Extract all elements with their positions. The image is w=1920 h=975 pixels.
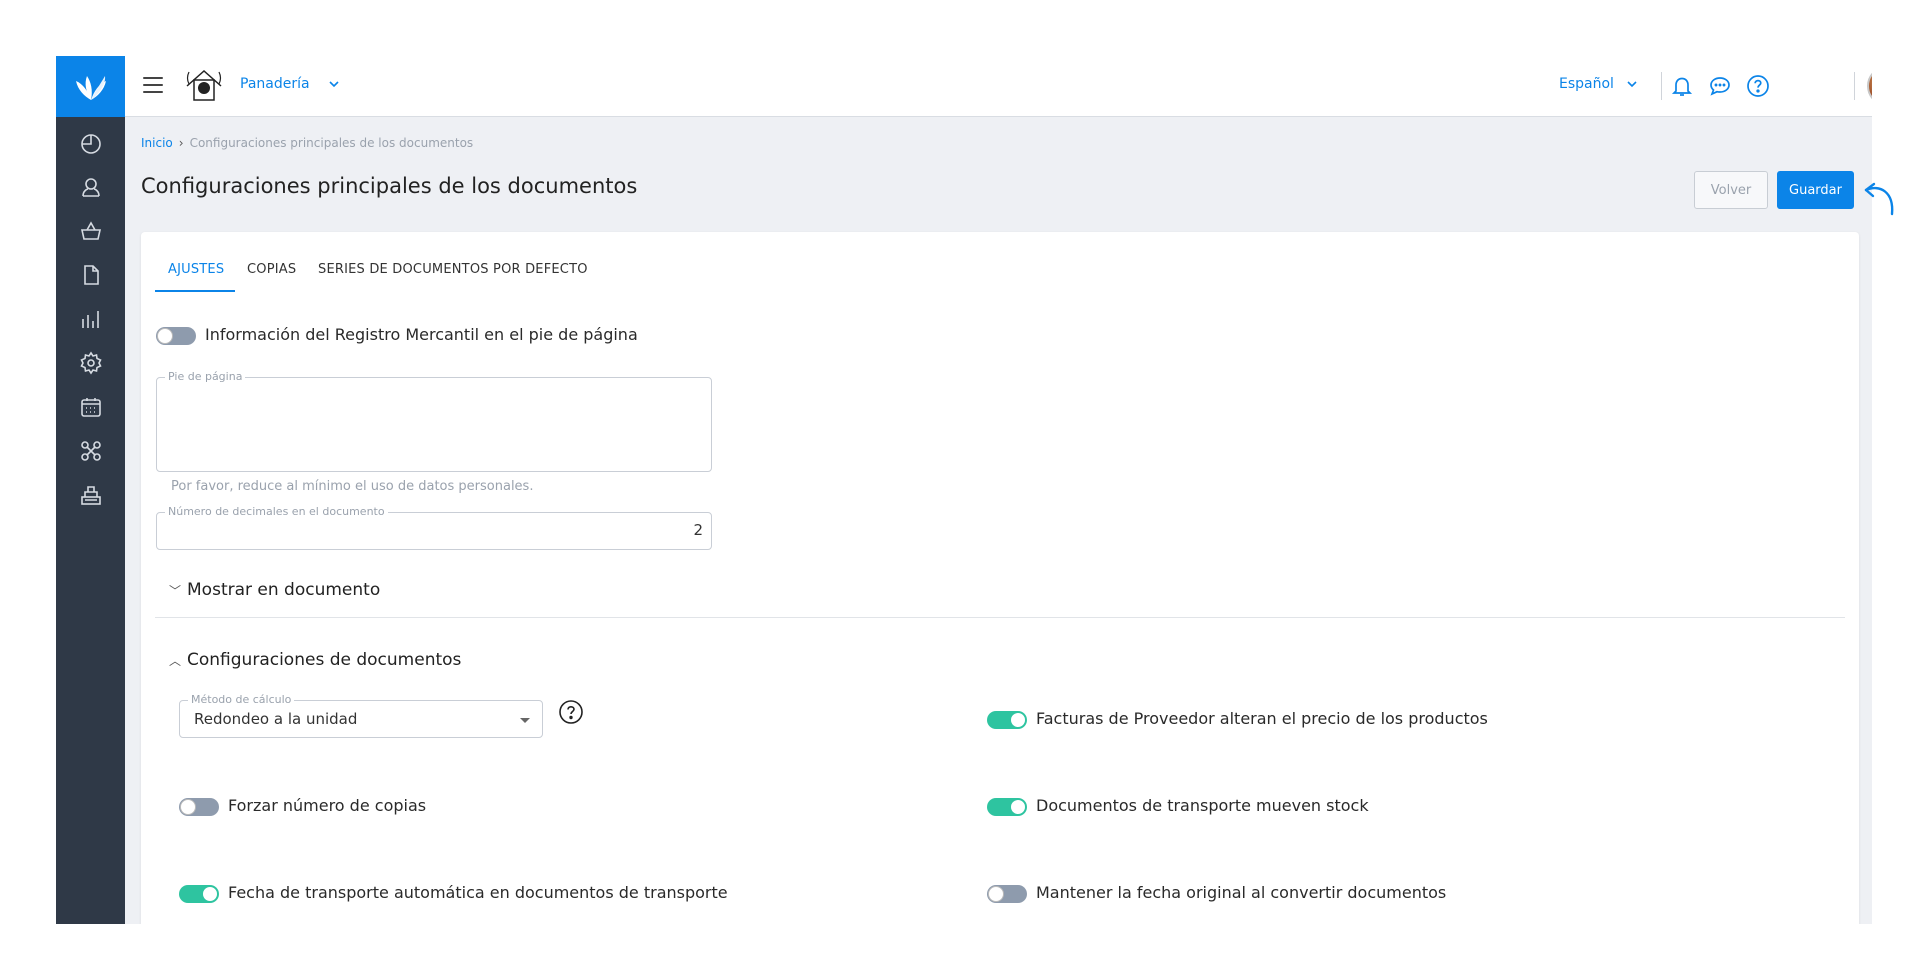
breadcrumb-separator: › bbox=[178, 136, 184, 150]
sidebar bbox=[56, 56, 125, 924]
calc-method-value: Redondeo a la unidad bbox=[194, 710, 358, 728]
tab-ajustes[interactable]: AJUSTES bbox=[168, 262, 224, 277]
divider bbox=[1854, 72, 1855, 100]
calc-method-legend: Método de cálculo bbox=[188, 693, 295, 706]
chat-icon[interactable] bbox=[1706, 72, 1734, 100]
curved-arrow-icon bbox=[1864, 182, 1894, 216]
auto-transport-date-toggle[interactable] bbox=[179, 885, 219, 903]
help-icon[interactable] bbox=[1744, 72, 1772, 100]
tab-series[interactable]: SERIES DE DOCUMENTOS POR DEFECTO bbox=[318, 262, 588, 277]
chevron-down-icon[interactable] bbox=[327, 77, 341, 91]
pos-icon[interactable] bbox=[78, 482, 104, 508]
divider bbox=[1661, 72, 1662, 100]
auto-transport-date-label: Fecha de transporte automática en docume… bbox=[228, 883, 728, 902]
chart-icon[interactable] bbox=[78, 306, 104, 332]
dashboard-icon[interactable] bbox=[78, 131, 104, 157]
dropdown-caret-icon bbox=[520, 718, 530, 723]
back-button[interactable]: Volver bbox=[1694, 171, 1768, 209]
breadcrumb-home[interactable]: Inicio bbox=[141, 136, 173, 150]
decimals-value: 2 bbox=[693, 521, 703, 539]
keep-original-date-label: Mantener la fecha original al convertir … bbox=[1036, 883, 1447, 902]
breadcrumb-current: Configuraciones principales de los docum… bbox=[189, 136, 474, 150]
registro-mercantil-label: Información del Registro Mercantil en el… bbox=[205, 325, 638, 344]
language-selector[interactable]: Español bbox=[1559, 76, 1614, 92]
decimals-input[interactable]: Número de decimales en el documento 2 bbox=[156, 505, 712, 550]
transport-stock-label: Documentos de transporte mueven stock bbox=[1036, 796, 1369, 815]
company-name[interactable]: Panadería bbox=[240, 76, 310, 92]
registro-mercantil-toggle[interactable] bbox=[156, 327, 196, 345]
company-logo[interactable] bbox=[183, 66, 225, 106]
chevron-up-icon: ︿ bbox=[169, 654, 182, 668]
footer-legend: Pie de página bbox=[165, 370, 246, 383]
app-logo[interactable] bbox=[56, 56, 125, 117]
leaf-logo-icon bbox=[75, 75, 106, 100]
supplier-invoices-toggle[interactable] bbox=[987, 711, 1027, 729]
calendar-icon[interactable] bbox=[78, 394, 104, 420]
supplier-invoices-label: Facturas de Proveedor alteran el precio … bbox=[1036, 709, 1488, 728]
topbar: Panadería Español bbox=[125, 56, 1872, 117]
force-copies-label: Forzar número de copias bbox=[228, 796, 427, 815]
bell-icon[interactable] bbox=[1668, 72, 1696, 100]
menu-icon[interactable] bbox=[143, 77, 163, 95]
section-title: Mostrar en documento bbox=[187, 580, 381, 600]
section-title: Configuraciones de documentos bbox=[187, 650, 462, 670]
transport-stock-toggle[interactable] bbox=[987, 798, 1027, 816]
basket-icon[interactable] bbox=[78, 218, 104, 244]
tab-copias[interactable]: COPIAS bbox=[247, 262, 296, 277]
app-frame: Panadería Español Inicio › Configuraciones… bbox=[56, 56, 1872, 924]
section-mostrar-documento[interactable]: ﹀ Mostrar en documento bbox=[169, 580, 380, 600]
save-button[interactable]: Guardar bbox=[1777, 171, 1854, 209]
gear-icon[interactable] bbox=[78, 350, 104, 376]
avatar[interactable] bbox=[1867, 66, 1872, 106]
help-icon[interactable] bbox=[558, 699, 584, 725]
settings-card: AJUSTES COPIAS SERIES DE DOCUMENTOS POR … bbox=[141, 232, 1859, 924]
section-config-documentos[interactable]: ︿ Configuraciones de documentos bbox=[169, 650, 461, 670]
active-tab-indicator bbox=[155, 290, 235, 292]
user-icon[interactable] bbox=[78, 174, 104, 200]
decimals-legend: Número de decimales en el documento bbox=[165, 505, 388, 518]
chevron-down-icon: ﹀ bbox=[169, 584, 182, 598]
keep-original-date-toggle[interactable] bbox=[987, 885, 1027, 903]
footer-textarea[interactable]: Pie de página bbox=[156, 370, 712, 472]
force-copies-toggle[interactable] bbox=[179, 798, 219, 816]
page-title: Configuraciones principales de los docum… bbox=[141, 174, 638, 198]
footer-helper-text: Por favor, reduce al mínimo el uso de da… bbox=[171, 479, 534, 494]
document-icon[interactable] bbox=[78, 262, 104, 288]
section-divider bbox=[155, 617, 1845, 618]
integrations-icon[interactable] bbox=[78, 438, 104, 464]
chevron-down-icon[interactable] bbox=[1625, 77, 1639, 91]
breadcrumb: Inicio › Configuraciones principales de lo… bbox=[141, 136, 473, 150]
calc-method-select[interactable]: Método de cálculo Redondeo a la unidad bbox=[179, 693, 543, 738]
